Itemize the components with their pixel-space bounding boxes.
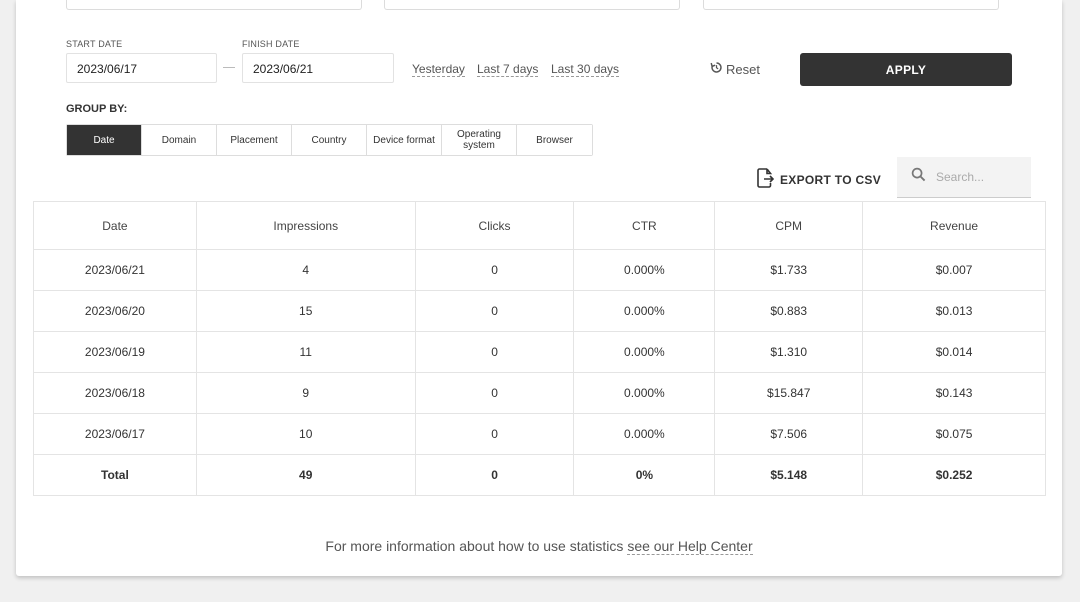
column-header-impressions[interactable]: Impressions: [195, 201, 416, 250]
table-total-row: Total 49 0 0% $5.148 $0.252: [33, 454, 1046, 496]
group-by-label: GROUP BY:: [66, 103, 128, 115]
total-impressions: 49: [195, 454, 416, 496]
cell-revenue: $0.014: [862, 331, 1046, 373]
group-by-domain[interactable]: Domain: [142, 125, 217, 155]
total-ctr: 0%: [573, 454, 716, 496]
cell-ctr: 0.000%: [573, 413, 716, 455]
help-note: For more information about how to use st…: [16, 538, 1062, 555]
cell-cpm: $7.506: [714, 413, 864, 455]
group-by-date[interactable]: Date: [67, 125, 142, 155]
reset-label: Reset: [726, 61, 760, 77]
cell-clicks: 0: [414, 249, 575, 291]
table-row: 2023/06/17 10 0 0.000% $7.506 $0.075: [33, 413, 1046, 455]
total-clicks: 0: [414, 454, 575, 496]
cell-date: 2023/06/18: [33, 372, 197, 414]
start-date-input[interactable]: 2023/06/17: [66, 53, 217, 83]
apply-button[interactable]: APPLY: [800, 53, 1012, 86]
cell-clicks: 0: [414, 290, 575, 332]
cell-ctr: 0.000%: [573, 249, 716, 291]
cell-clicks: 0: [414, 372, 575, 414]
statistics-table: Date Impressions Clicks CTR CPM Revenue …: [33, 201, 1046, 496]
column-header-date[interactable]: Date: [33, 201, 197, 250]
date-separator: [223, 67, 235, 68]
export-csv-label: EXPORT TO CSV: [780, 172, 882, 187]
table-row: 2023/06/19 11 0 0.000% $1.310 $0.014: [33, 331, 1046, 373]
table-row: 2023/06/21 4 0 0.000% $1.733 $0.007: [33, 249, 1046, 291]
table-row: 2023/06/20 15 0 0.000% $0.883 $0.013: [33, 290, 1046, 332]
filter-field-2[interactable]: [384, 0, 680, 10]
search-box[interactable]: [897, 157, 1031, 198]
finish-date-label: FINISH DATE: [242, 39, 300, 49]
export-file-icon: [756, 168, 775, 191]
cell-impressions: 4: [195, 249, 416, 291]
cell-cpm: $1.733: [714, 249, 864, 291]
cell-date: 2023/06/21: [33, 249, 197, 291]
cell-clicks: 0: [414, 331, 575, 373]
cell-date: 2023/06/20: [33, 290, 197, 332]
export-csv-button[interactable]: EXPORT TO CSV: [756, 168, 881, 191]
total-cpm: $5.148: [714, 454, 864, 496]
table-header-row: Date Impressions Clicks CTR CPM Revenue: [33, 201, 1046, 250]
cell-ctr: 0.000%: [573, 290, 716, 332]
table-row: 2023/06/18 9 0 0.000% $15.847 $0.143: [33, 372, 1046, 414]
total-label: Total: [33, 454, 197, 496]
cell-ctr: 0.000%: [573, 372, 716, 414]
column-header-cpm[interactable]: CPM: [714, 201, 864, 250]
cell-date: 2023/06/19: [33, 331, 197, 373]
cell-impressions: 10: [195, 413, 416, 455]
filter-field-1[interactable]: [66, 0, 362, 10]
group-by-operating-system[interactable]: Operating system: [442, 125, 517, 155]
quick-range-last-30-days[interactable]: Last 30 days: [551, 62, 620, 77]
help-center-link[interactable]: see our Help Center: [627, 538, 753, 555]
column-header-revenue[interactable]: Revenue: [862, 201, 1046, 250]
cell-revenue: $0.007: [862, 249, 1046, 291]
search-icon: [911, 167, 926, 187]
filter-field-3[interactable]: [703, 0, 999, 10]
cell-ctr: 0.000%: [573, 331, 716, 373]
total-revenue: $0.252: [862, 454, 1046, 496]
reset-icon: [710, 61, 723, 78]
group-by-selector: Date Domain Placement Country Device for…: [66, 124, 593, 156]
start-date-label: START DATE: [66, 39, 123, 49]
cell-revenue: $0.013: [862, 290, 1046, 332]
cell-cpm: $0.883: [714, 290, 864, 332]
quick-range-yesterday[interactable]: Yesterday: [412, 62, 465, 77]
quick-range-last-7-days[interactable]: Last 7 days: [477, 62, 539, 77]
group-by-country[interactable]: Country: [292, 125, 367, 155]
cell-impressions: 15: [195, 290, 416, 332]
group-by-browser[interactable]: Browser: [517, 125, 592, 155]
search-input[interactable]: [934, 169, 1028, 185]
cell-impressions: 9: [195, 372, 416, 414]
cell-date: 2023/06/17: [33, 413, 197, 455]
reset-button[interactable]: Reset: [710, 61, 760, 78]
cell-revenue: $0.075: [862, 413, 1046, 455]
group-by-device-format[interactable]: Device format: [367, 125, 442, 155]
column-header-clicks[interactable]: Clicks: [414, 201, 575, 250]
cell-revenue: $0.143: [862, 372, 1046, 414]
cell-clicks: 0: [414, 413, 575, 455]
group-by-placement[interactable]: Placement: [217, 125, 292, 155]
statistics-card: START DATE 2023/06/17 FINISH DATE 2023/0…: [16, 0, 1062, 576]
column-header-ctr[interactable]: CTR: [573, 201, 716, 250]
help-note-text: For more information about how to use st…: [325, 538, 624, 554]
cell-cpm: $15.847: [714, 372, 864, 414]
cell-cpm: $1.310: [714, 331, 864, 373]
finish-date-input[interactable]: 2023/06/21: [242, 53, 394, 83]
cell-impressions: 11: [195, 331, 416, 373]
